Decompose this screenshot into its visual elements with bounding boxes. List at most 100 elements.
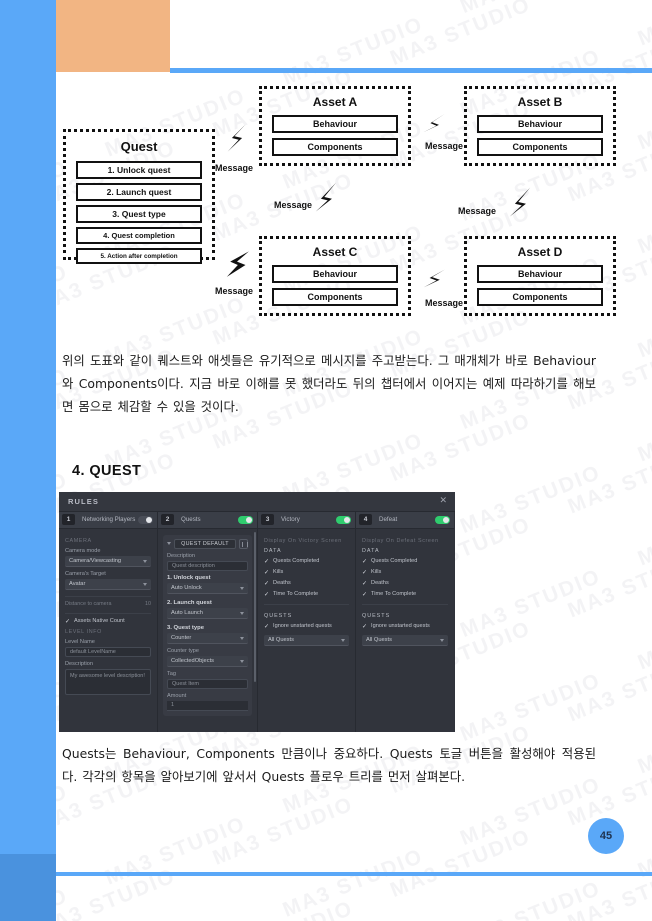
asset-d-behaviour: Behaviour xyxy=(477,265,603,283)
asset-a-title: Asset A xyxy=(312,95,358,109)
tab-defeat[interactable]: 4 Defeat xyxy=(356,511,454,529)
select-quest-type[interactable]: Counter xyxy=(167,632,248,644)
checkbox-defeat-quests-completed[interactable]: ✓ Quests Completed xyxy=(362,558,448,565)
label-camera-target: Camera's Target xyxy=(65,570,106,577)
message-bolt-icon-2 xyxy=(422,113,445,133)
select-counter-type[interactable]: CollectedObjects xyxy=(167,655,248,667)
tab-victory[interactable]: 3 Victory xyxy=(258,511,355,529)
tab-quests[interactable]: 2 Quests xyxy=(158,511,257,529)
check-icon: ✓ xyxy=(264,569,270,576)
input-amount[interactable]: 1 xyxy=(167,700,248,711)
select-camera-target[interactable]: Avatar xyxy=(65,578,151,590)
checkbox-defeat-ignore-unstarted[interactable]: ✓ Ignore unstarted quests xyxy=(362,623,448,630)
checkbox-label: Time To Complete xyxy=(273,591,319,598)
panel-2-scrollbar[interactable] xyxy=(254,531,256,682)
checkbox-label-assets-native-count: Assets Native Count xyxy=(74,618,125,625)
chevron-down-icon xyxy=(240,611,244,615)
panel-number-4: 4 xyxy=(359,514,372,526)
check-icon: ✓ xyxy=(264,558,270,565)
divider xyxy=(264,603,349,605)
checkbox-defeat-deaths[interactable]: ✓ Deaths xyxy=(362,580,448,587)
panel-quests: 2 Quests QUEST DEFAULT Description Quest… xyxy=(158,511,258,732)
checkbox-label: Quests Completed xyxy=(273,558,320,565)
rules-panel-columns: 1 Networking Players CAMERA Camera mode … xyxy=(59,511,455,732)
check-icon: ✓ xyxy=(264,623,270,630)
select-victory-quests[interactable]: All Quests xyxy=(264,634,349,646)
left-blue-rail-footer xyxy=(0,854,56,921)
input-level-name[interactable]: default LevelName xyxy=(65,646,151,657)
checkbox-defeat-kills[interactable]: ✓ Kills xyxy=(362,569,448,576)
checkbox-victory-kills[interactable]: ✓ Kills xyxy=(264,569,349,576)
textarea-level-description[interactable]: My awesome level description! xyxy=(65,668,151,695)
chevron-down-icon xyxy=(240,586,244,590)
message-bolt-icon-6 xyxy=(423,269,445,288)
chevron-down-icon xyxy=(143,582,147,586)
label-quest-type: 3. Quest type xyxy=(167,624,204,631)
message-bolt-icon-4 xyxy=(509,187,531,217)
message-label-2: Message xyxy=(425,141,464,151)
toggle-quests[interactable] xyxy=(238,515,253,524)
label-level-name: Level Name xyxy=(65,638,95,645)
quest-step-1: 1. Unlock quest xyxy=(76,161,202,179)
select-defeat-quests[interactable]: All Quests xyxy=(362,634,448,646)
label-counter-type: Counter type xyxy=(167,647,200,654)
toggle-defeat[interactable] xyxy=(435,515,450,524)
toggle-networking-players[interactable] xyxy=(138,515,153,524)
toggle-victory[interactable] xyxy=(336,515,351,524)
rules-window-title: RULES xyxy=(68,496,99,506)
chevron-down-icon xyxy=(440,638,444,642)
section-header-camera: CAMERA xyxy=(65,537,92,544)
tab-networking-players[interactable]: 1 Networking Players xyxy=(59,511,157,529)
quest-name-field[interactable]: QUEST DEFAULT xyxy=(174,538,236,549)
checkbox-assets-native-count[interactable]: ✓ Assets Native Count xyxy=(65,618,151,625)
close-icon[interactable]: ✕ xyxy=(439,495,447,505)
label-launch-quest: 2. Launch quest xyxy=(167,599,212,606)
asset-a-components: Components xyxy=(272,138,398,156)
checkbox-victory-deaths[interactable]: ✓ Deaths xyxy=(264,580,349,587)
panel-victory: 3 Victory Display On Victory Screen DATA… xyxy=(258,511,356,732)
checkbox-victory-quests-completed[interactable]: ✓ Quests Completed xyxy=(264,558,349,565)
textarea-level-description-value: My awesome level description! xyxy=(70,672,145,679)
select-unlock-quest[interactable]: Auto Unlock xyxy=(167,582,248,594)
panel-label-2: Quests xyxy=(181,516,201,524)
trash-icon[interactable] xyxy=(239,538,248,549)
asset-d-title: Asset D xyxy=(517,245,563,259)
message-label-3: Message xyxy=(274,200,313,210)
row-distance-to-camera: Distance to camera 10 xyxy=(65,601,151,607)
quest-step-5: 5. Action after completion xyxy=(76,248,202,264)
select-launch-quest[interactable]: Auto Launch xyxy=(167,607,248,619)
message-label-6: Message xyxy=(425,298,464,308)
asset-b-behaviour: Behaviour xyxy=(477,115,603,133)
label-amount: Amount xyxy=(167,692,187,699)
subtitle-victory: Display On Victory Screen xyxy=(264,537,342,544)
value-distance-to-camera[interactable]: 10 xyxy=(145,601,151,607)
quest-step-3: 3. Quest type xyxy=(76,205,202,223)
input-tag-value: Quest Item xyxy=(172,680,199,687)
select-camera-mode[interactable]: Camera/Viewcasting xyxy=(65,555,151,567)
left-blue-rail xyxy=(0,0,56,854)
select-unlock-quest-value: Auto Unlock xyxy=(171,584,202,591)
check-icon: ✓ xyxy=(264,591,270,598)
checkbox-victory-time-to-complete[interactable]: ✓ Time To Complete xyxy=(264,591,349,598)
checkbox-label: Kills xyxy=(273,569,284,576)
checkbox-label: Ignore unstarted quests xyxy=(371,623,430,630)
select-launch-quest-value: Auto Launch xyxy=(171,609,203,616)
orange-header-block xyxy=(56,0,170,72)
checkbox-defeat-time-to-complete[interactable]: ✓ Time To Complete xyxy=(362,591,448,598)
quest-card: QUEST DEFAULT Description Quest descript… xyxy=(163,534,252,716)
select-victory-quests-value: All Quests xyxy=(268,636,294,643)
input-quest-description[interactable]: Quest description xyxy=(167,560,248,571)
panel-number-1: 1 xyxy=(62,514,75,526)
label-camera-mode: Camera mode xyxy=(65,547,101,554)
select-counter-type-value: CollectedObjects xyxy=(171,657,214,664)
message-bolt-icon-5 xyxy=(226,251,249,277)
chevron-down-icon xyxy=(240,659,244,663)
chevron-down-icon[interactable] xyxy=(167,542,171,546)
input-tag[interactable]: Quest Item xyxy=(167,678,248,689)
input-quest-description-value: Quest description xyxy=(172,562,215,569)
chevron-down-icon xyxy=(341,638,345,642)
asset-c-components: Components xyxy=(272,288,398,306)
panel-label-1: Networking Players xyxy=(82,516,136,524)
panel-label-3: Victory xyxy=(281,516,300,524)
checkbox-victory-ignore-unstarted[interactable]: ✓ Ignore unstarted quests xyxy=(264,623,349,630)
